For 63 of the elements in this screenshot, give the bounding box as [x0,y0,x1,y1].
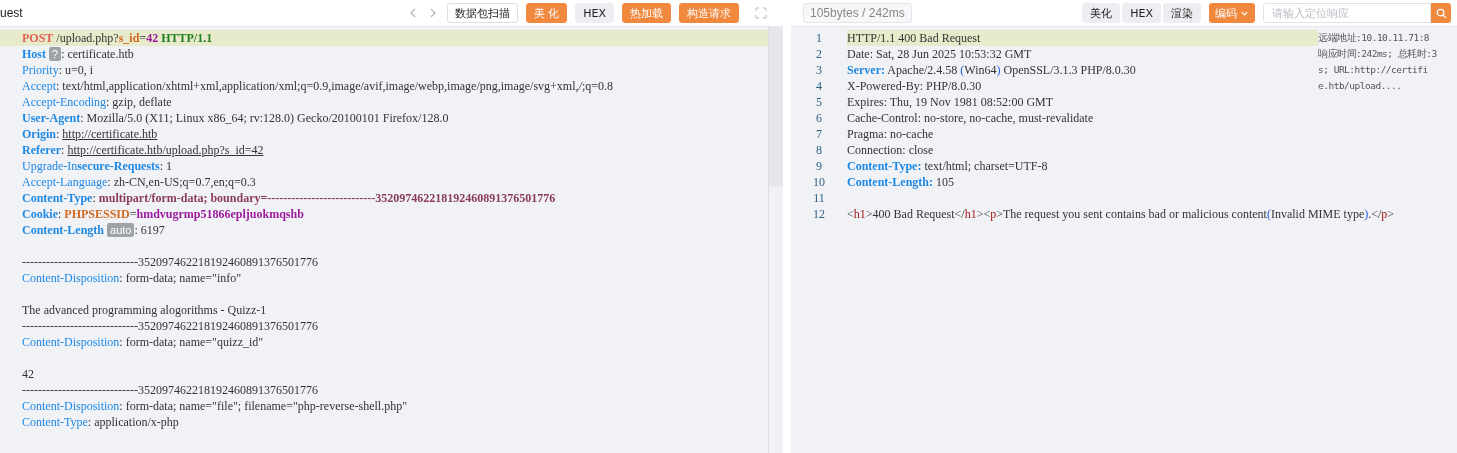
code-line: Accept: text/html,application/xhtml+xml,application/xml;q=0.9,image/avif,image/webp,image/png,image/svg+xml,/;q=0.8 [21,78,614,94]
url-link[interactable]: http://certificate.htb [62,126,158,142]
line-number: 9 [815,158,823,174]
line-number: 1 [815,30,823,46]
code-line: Content-Disposition: form-data; name="info" [21,270,243,286]
search-field[interactable]: 请输入定位响应 [1263,3,1431,23]
code-line: The advanced programming alogorithms - Quizz-1 [21,302,268,318]
line-number: 7 [815,126,823,142]
line-number: 8 [815,142,823,158]
scrollbar[interactable] [768,27,783,453]
code-text: : certificate.htb [61,46,134,62]
line-number: 4 [815,78,823,94]
panel-title: uest [0,6,23,20]
code-text: Origin: [22,126,61,142]
toolbar-button[interactable]: 数据包扫描 [446,3,518,23]
code-line: -----------------------------352097462218192460891376501776 [21,382,319,398]
response-info: 远端地址:10.10.11.71:8 [1318,31,1431,45]
line-number: 3 [815,62,823,78]
code-line: 42 [21,366,35,382]
code-line: X-Powered-By: PHP/8.0.30 [847,78,983,94]
line-number: 10 [812,174,826,190]
code-line: -----------------------------352097462218192460891376501776 [21,254,319,270]
toolbar-button[interactable]: HEX [575,3,614,23]
fullscreen-icon[interactable] [755,7,767,19]
response-info: 响应时间:242ms; 总耗时:3 [1318,47,1438,61]
toolbar-button[interactable]: 美化 [1082,3,1121,23]
code-line: Priority: u=0, i [21,62,95,78]
code-line: Content-Disposition: form-data; name="file"; filename="php-reverse-shell.php" [21,398,409,414]
code-line: Accept-Encoding: gzip, deflate [21,94,173,110]
code-line: Connection: close [847,142,935,158]
code-line: Expires: Thu, 19 Nov 1981 08:52:00 GMT [847,94,1055,110]
code-line: User-Agent: Mozilla/5.0 (X11; Linux x86_64; rv:128.0) Gecko/20100101 Firefox/128.0 [21,110,450,126]
code-line: Cache-Control: no-store, no-cache, must-revalidate [847,110,1095,126]
code-line: -----------------------------352097462218192460891376501776 [21,318,319,334]
code-line: Cookie: PHPSESSID=hmdvugrmp51866epljuokmqshb [21,206,305,222]
toolbar-button[interactable]: 渲染 [1163,3,1201,23]
code-line: Content-Type: multipart/form-data; boundary=---------------------------352097462218192460891376501776 [21,190,557,206]
code-line: Content-Length: 105 [847,174,955,190]
line-number: 12 [812,206,826,222]
code-line: Content-Type: text/html; charset=UTF-8 [847,158,1049,174]
url-link[interactable]: http://certificate.htb/upload.php?s_id=42 [67,142,264,158]
search-icon [1435,7,1447,19]
code-text: : 6197 [134,222,165,238]
line-number: 11 [812,190,826,206]
code-line: Content-Disposition: form-data; name="quizz_id" [21,334,265,350]
code-text: Host [22,46,46,62]
response-stats: 105bytes / 242ms [803,3,912,23]
search-button[interactable] [1431,3,1451,23]
code-text: Content-Length [22,222,104,238]
response-info: s; URL:http://certifi [1318,63,1429,77]
code-text: Referer: [22,142,66,158]
code-line: Content-Type: application/x-php [21,414,180,430]
line-number: 2 [815,46,823,62]
response-info: e.htb/upload.... [1318,79,1403,93]
code-line: <h1>400 Bad Request</h1><p>The request you sent contains bad or malicious content(Invalid MIME type).</p> [847,206,1395,222]
code-line: Pragma: no-cache [847,126,935,142]
code-line: Upgrade-Insecure-Requests: 1 [21,158,174,174]
line-number: 6 [815,110,823,126]
line-number: 5 [815,94,823,110]
code-line: Accept-Language: zh-CN,en-US;q=0.7,en;q=0.3 [21,174,257,190]
code-line: Server: Apache/2.4.58 (Win64) OpenSSL/3.1.3 PHP/8.0.30 [847,62,1137,78]
toolbar-button[interactable]: HEX [1122,3,1161,23]
code-line: Date: Sat, 28 Jun 2025 10:53:32 GMT [847,46,1033,62]
